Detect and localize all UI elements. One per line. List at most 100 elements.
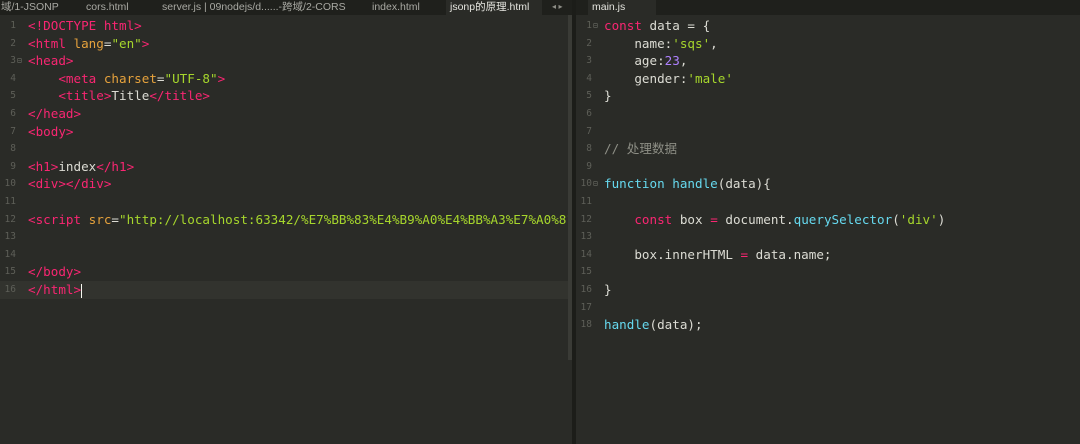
code-line[interactable]: 4 gender:'male': [576, 70, 1080, 88]
tab-scroll-arrows[interactable]: ◂ ▸: [552, 0, 563, 15]
line-number: 9: [10, 160, 16, 172]
code-line[interactable]: 10 ⊟ function handle(data){: [576, 175, 1080, 193]
code-text: // 处理数据: [604, 140, 677, 158]
code-line[interactable]: 13: [0, 228, 568, 246]
code-token: >: [141, 35, 150, 51]
editor-pane-js[interactable]: 1 ⊟ const data = {2 name:'sqs', 3 age:23, 4 …: [576, 15, 1080, 444]
code-token: <title>: [58, 88, 112, 104]
code-line[interactable]: 6: [576, 105, 1080, 123]
line-number: 11: [4, 196, 16, 207]
code-text: <title>Title</title>: [28, 87, 210, 105]
code-token: document.: [725, 211, 794, 227]
code-line[interactable]: 7: [576, 123, 1080, 141]
code-text: <body>: [28, 123, 74, 141]
code-text: </head>: [28, 105, 81, 123]
line-number: 3: [10, 55, 16, 67]
code-text: <!DOCTYPE html>: [28, 17, 142, 35]
code-line[interactable]: 11: [0, 193, 568, 211]
code-line[interactable]: 16 </html>: [0, 281, 568, 299]
line-number: 13: [580, 231, 592, 243]
code-line[interactable]: 13: [576, 228, 1080, 246]
tab-1-jsonp[interactable]: 域/1-JSONP: [0, 0, 73, 15]
code-line[interactable]: 16}: [576, 281, 1080, 299]
code-line[interactable]: 2 <html lang="en">: [0, 35, 568, 53]
code-line[interactable]: 5}: [576, 87, 1080, 105]
line-number: 2: [586, 37, 592, 49]
fold-toggle-icon[interactable]: ⊟: [17, 52, 22, 70]
code-text: name:'sqs',: [604, 35, 717, 53]
fold-toggle-icon[interactable]: ⊟: [593, 17, 598, 35]
code-text: <h1>index</h1>: [28, 158, 134, 176]
code-token: 23: [664, 53, 680, 69]
code-line[interactable]: 7 <body>: [0, 123, 568, 141]
code-token: <head>: [28, 53, 74, 69]
code-text: }: [604, 281, 612, 299]
code-token: ,: [679, 53, 688, 69]
code-text: <div></div>: [28, 175, 111, 193]
code-token: data = {: [649, 18, 711, 33]
code-text: age:23,: [604, 52, 687, 70]
line-number: 8: [10, 143, 16, 155]
code-token: const: [604, 18, 650, 33]
code-token: (: [892, 211, 900, 227]
code-token: handle: [604, 317, 650, 333]
code-line[interactable]: 15 </body>: [0, 263, 568, 281]
code-token: <script: [28, 211, 89, 227]
code-line[interactable]: 18 handle(data);: [576, 316, 1080, 334]
code-line[interactable]: 1 <!DOCTYPE html>: [0, 17, 568, 35]
tab-cors-html[interactable]: cors.html: [82, 0, 148, 15]
code-line[interactable]: 3 age:23,: [576, 52, 1080, 70]
fold-toggle-icon[interactable]: ⊟: [593, 175, 598, 193]
code-token: </html>: [28, 282, 82, 297]
code-token: =: [710, 211, 726, 227]
code-token: <body>: [28, 123, 74, 139]
code-token: charset: [103, 70, 157, 86]
tab-main-js[interactable]: main.js: [588, 0, 656, 15]
code-token: }: [604, 282, 612, 297]
code-token: data.name;: [755, 246, 832, 262]
code-token: handle: [672, 176, 718, 192]
line-number: 17: [580, 301, 592, 313]
code-token: name:: [604, 35, 673, 51]
code-line[interactable]: 9 <h1>index</h1>: [0, 158, 568, 176]
editor-window: 域/1-JSONP cors.html server.js | 09nodejs…: [0, 0, 1080, 444]
code-line[interactable]: 9: [576, 158, 1080, 176]
editor-pane-html[interactable]: 1 <!DOCTYPE html> 2 <html lang="en"> 3 ⊟ <head…: [0, 15, 568, 444]
code-line[interactable]: 12 <script src="http://localhost:63342/%E…: [0, 211, 568, 229]
code-line[interactable]: 2 name:'sqs',: [576, 35, 1080, 53]
code-line[interactable]: 8 // 处理数据: [576, 140, 1080, 158]
code-line[interactable]: 5 <title>Title</title>: [0, 87, 568, 105]
code-line[interactable]: 3 ⊟ <head>: [0, 52, 568, 70]
code-line[interactable]: 11: [576, 193, 1080, 211]
tab-server-js[interactable]: server.js | 09nodejs/d......-跨域/2-CORS: [158, 0, 358, 15]
code-token: 'sqs': [672, 35, 711, 51]
line-number: 12: [4, 213, 16, 225]
code-token: "en": [111, 35, 142, 51]
code-line[interactable]: 1 ⊟ const data = {: [576, 17, 1080, 35]
code-token: <meta: [58, 70, 104, 86]
tab-jsonp-html[interactable]: jsonp的原理.html: [446, 0, 542, 15]
code-line[interactable]: 6 </head>: [0, 105, 568, 123]
code-text: </body>: [28, 263, 81, 281]
code-text: <html lang="en">: [28, 35, 149, 53]
code-line[interactable]: 4 <meta charset="UTF-8">: [0, 70, 568, 88]
line-number: 5: [586, 90, 592, 102]
code-line[interactable]: 8: [0, 140, 568, 158]
code-line[interactable]: 14 box.innerHTML = data.name;: [576, 246, 1080, 264]
code-token: (data);: [649, 317, 703, 333]
line-number: 4: [10, 72, 16, 84]
line-number: 14: [580, 248, 592, 260]
tab-index-html[interactable]: index.html: [368, 0, 438, 15]
line-number: 1: [10, 20, 16, 31]
code-line[interactable]: 12 const box = document.querySelector('d…: [576, 211, 1080, 229]
line-number: 3: [586, 55, 592, 67]
code-token: // 处理数据: [604, 141, 678, 157]
code-text: </html>: [28, 281, 83, 299]
code-line[interactable]: 17: [576, 299, 1080, 317]
code-line[interactable]: 15: [576, 263, 1080, 281]
code-token: function: [604, 176, 673, 192]
code-line[interactable]: 10 <div></div>: [0, 175, 568, 193]
code-line[interactable]: 14: [0, 246, 568, 264]
code-token: ): [937, 211, 946, 227]
